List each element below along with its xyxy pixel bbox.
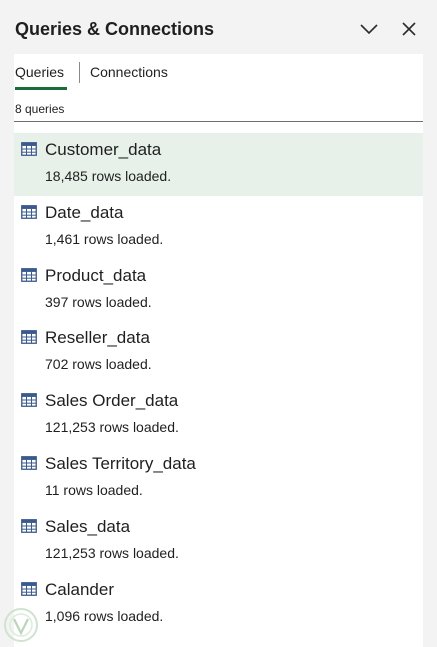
active-tab-indicator [15, 87, 67, 90]
table-icon [21, 518, 37, 533]
query-item[interactable]: Product_data 397 rows loaded. [14, 259, 423, 322]
query-name: Sales Order_data [45, 391, 179, 411]
query-item[interactable]: Reseller_data 702 rows loaded. [14, 321, 423, 384]
tab-queries-label: Queries [15, 64, 65, 80]
query-status: 121,253 rows loaded. [45, 419, 179, 436]
query-name: Reseller_data [45, 328, 150, 348]
query-name: Calander [45, 579, 114, 599]
query-name: Customer_data [45, 140, 162, 159]
query-item[interactable]: Calander 1,096 rows loaded. [14, 573, 423, 636]
query-status: 1,461 rows loaded. [45, 230, 164, 247]
table-icon [21, 204, 37, 219]
table-icon [21, 142, 37, 156]
chevron-down-icon [360, 24, 378, 35]
query-status: 18,485 rows loaded. [45, 168, 172, 184]
query-item[interactable]: Date_data 1,461 rows loaded. [14, 196, 423, 259]
pane-title: Queries & Connections [15, 19, 215, 39]
divider [14, 121, 423, 122]
query-item[interactable]: Sales Territory_data 11 rows loaded. [14, 447, 423, 510]
collapse-pane-button[interactable] [358, 18, 380, 40]
query-name: Sales Territory_data [45, 453, 196, 473]
query-status: 397 rows loaded. [45, 293, 152, 310]
table-icon [21, 393, 37, 408]
tab-queries[interactable]: Queries [15, 64, 67, 90]
query-item[interactable]: Sales_data 121,253 rows loaded. [14, 510, 423, 573]
close-icon [402, 22, 416, 36]
query-name: Sales_data [45, 516, 131, 536]
table-icon [21, 330, 37, 345]
query-name: Date_data [45, 202, 124, 222]
watermark-logo-icon [4, 608, 38, 642]
query-status: 11 rows loaded. [45, 481, 143, 498]
query-list: Customer_data 18,485 rows loaded. Date_dat… [14, 133, 423, 635]
tab-bar: Queries Connections [14, 54, 423, 94]
pane-header: Queries & Connections [0, 0, 437, 58]
tab-separator [79, 62, 80, 83]
query-name: Product_data [45, 265, 147, 285]
query-status: 1,096 rows loaded. [45, 607, 164, 624]
table-icon [21, 581, 37, 596]
tab-connections[interactable]: Connections [90, 64, 168, 80]
tab-connections-label: Connections [90, 64, 168, 80]
query-item[interactable]: Sales Order_data 121,253 rows loaded. [14, 384, 423, 447]
query-status: 121,253 rows loaded. [45, 544, 179, 561]
query-item[interactable]: Customer_data 18,485 rows loaded. [14, 133, 423, 196]
table-icon [21, 267, 37, 282]
queries-panel: Queries Connections 8 queries Customer_d… [14, 54, 423, 647]
query-status: 702 rows loaded. [45, 356, 152, 373]
close-pane-button[interactable] [398, 18, 420, 40]
query-count: 8 queries [15, 102, 65, 116]
table-icon [21, 456, 37, 470]
